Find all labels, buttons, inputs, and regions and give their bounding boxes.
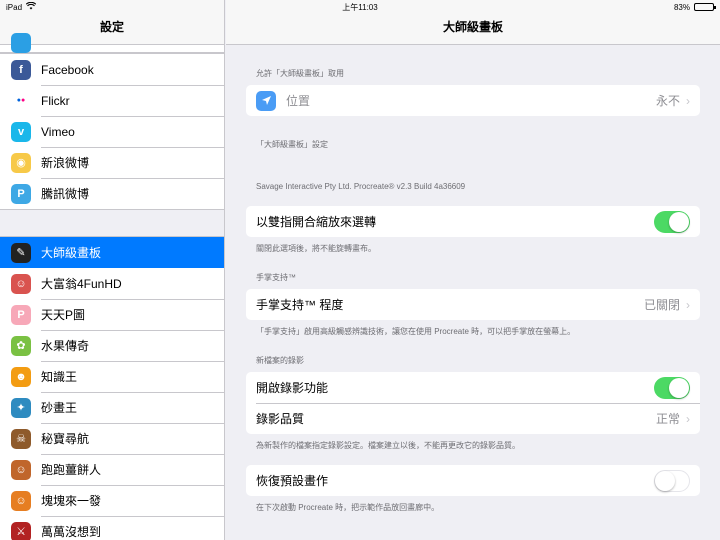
location-arrow-icon <box>256 90 276 111</box>
sidebar-item-label: 萬萬沒想到 <box>41 525 102 539</box>
wifi-icon <box>25 1 37 12</box>
sidebar-item[interactable]: ✦ 砂畫王 <box>0 392 224 423</box>
sidebar-item-label: Facebook <box>41 62 94 77</box>
sidebar-item[interactable]: f Facebook <box>0 54 224 85</box>
vimeo-icon: v <box>11 121 31 142</box>
facebook-icon: f <box>11 59 31 80</box>
page-title: 大師級畫板 <box>442 20 503 34</box>
procreate-icon: ✎ <box>11 242 31 263</box>
sidebar-item-label: 水果傳奇 <box>41 339 90 353</box>
restore-label: 恢復預設畫作 <box>256 474 329 488</box>
version-text: Savage Interactive Pty Ltd. Procreate® v… <box>256 182 466 191</box>
palm-support-row[interactable]: 手掌支持™ 程度 已關閉 › <box>246 289 700 320</box>
sidebar-item-label: 大師級畫板 <box>41 246 102 260</box>
pinch-rotate-label: 以雙指開合縮放來選轉 <box>256 215 377 229</box>
sidebar-item[interactable]: P 天天P圖 <box>0 299 224 330</box>
social-accounts-group: f Facebook ● ● Flickr v Vimeo ◉ 新浪微博 P 騰訊微博 <box>0 53 224 210</box>
location-label: 位置 <box>286 94 311 108</box>
location-group: 位置 永不 › <box>246 85 700 116</box>
toggle-knob <box>655 470 675 491</box>
chevron-right-icon: › <box>686 93 690 108</box>
restore-group: 恢復預設畫作 <box>246 465 700 496</box>
status-time: 上午11:03 <box>342 3 378 12</box>
sidebar-item[interactable]: v Vimeo <box>0 116 224 147</box>
toggle-knob <box>669 211 689 232</box>
flickr-icon: ● ● <box>11 90 31 111</box>
fruit-legend-icon: ✿ <box>11 335 31 356</box>
twitter-icon <box>11 33 31 53</box>
wanwan-icon: ⚔ <box>11 521 31 540</box>
battery-icon <box>694 3 716 11</box>
palm-support-header: 手掌支持™ <box>256 273 296 282</box>
sidebar-item[interactable]: ⚔ 萬萬沒想到 <box>0 516 224 540</box>
sidebar-item[interactable]: ☠ 秘寶尋航 <box>0 423 224 454</box>
sina-weibo-icon: ◉ <box>11 152 31 173</box>
sidebar-item-label: 新浪微博 <box>41 156 90 170</box>
sidebar-item-label: 砂畫王 <box>41 401 78 415</box>
toggle-knob <box>669 377 689 398</box>
palm-footer: 「手掌支持」啟用高級觸感辨識技術，讓您在使用 Procreate 時，可以把手掌… <box>256 327 576 336</box>
restore-toggle[interactable] <box>654 469 690 492</box>
knowledge-king-icon: ☻ <box>11 366 31 387</box>
recording-quality-label: 錄影品質 <box>256 412 305 426</box>
recording-group: 開啟錄影功能 錄影品質 正常 › <box>246 372 700 434</box>
sidebar-item-label: 秘寶尋航 <box>41 432 90 446</box>
chevron-right-icon: › <box>686 297 690 312</box>
sidebar-item-label: Vimeo <box>41 124 75 139</box>
pinch-footer: 關閉此選項後，將不能旋轉畫布。 <box>256 244 376 253</box>
tiantian-ptu-icon: P <box>11 304 31 325</box>
status-bar: iPad 上午11:03 83% <box>0 0 720 14</box>
sidebar-item[interactable]: ● ● Flickr <box>0 85 224 116</box>
tencent-weibo-icon: P <box>11 183 31 204</box>
sidebar-item-label: 知識王 <box>41 370 78 384</box>
recording-label: 開啟錄影功能 <box>256 381 329 395</box>
sidebar-item[interactable]: ☻ 知識王 <box>0 361 224 392</box>
sidebar-item[interactable]: ☺ 跑跑薑餅人 <box>0 454 224 485</box>
recording-quality-value: 正常 <box>655 412 680 426</box>
sidebar-item-label: 大富翁4FunHD <box>41 277 122 291</box>
device-label: iPad <box>6 2 23 12</box>
sidebar-item[interactable]: ☺ 塊塊來一發 <box>0 485 224 516</box>
sidebar-item-label: 塊塊來一發 <box>41 494 102 508</box>
sidebar-item[interactable]: ☺ 大富翁4FunHD <box>0 268 224 299</box>
recording-header: 新檔案的錄影 <box>256 356 304 365</box>
sand-painting-icon: ✦ <box>11 397 31 418</box>
partial-list-item[interactable] <box>0 33 224 53</box>
recording-quality-row[interactable]: 錄影品質 正常 › <box>246 403 700 434</box>
recording-row: 開啟錄影功能 <box>246 372 700 403</box>
sidebar-item[interactable]: P 騰訊微博 <box>0 178 224 209</box>
restore-row: 恢復預設畫作 <box>246 465 700 496</box>
monopoly-icon: ☺ <box>11 273 31 294</box>
pinch-rotate-row: 以雙指開合縮放來選轉 <box>246 206 700 237</box>
location-value: 永不 <box>655 94 680 108</box>
sidebar-item[interactable]: ◉ 新浪微博 <box>0 147 224 178</box>
sidebar-item[interactable]: ✿ 水果傳奇 <box>0 330 224 361</box>
recording-toggle[interactable] <box>654 376 690 399</box>
app-settings-header: 「大師級畫板」設定 <box>256 140 328 149</box>
sidebar-item-label: Flickr <box>41 93 70 108</box>
pinch-rotate-toggle[interactable] <box>654 210 690 233</box>
apps-group: ✎ 大師級畫板 ☺ 大富翁4FunHD P 天天P圖 ✿ 水果傳奇 ☻ 知識王 ✦ 砂畫王 ☠ 秘寶尋航 ☺… <box>0 236 224 540</box>
settings-sidebar: 設定 f Facebook ● ● Flickr v Vimeo ◉ 新浪微博 P 騰訊微博 ✎ 大師… <box>0 0 225 540</box>
palm-support-value: 已關閉 <box>643 298 680 312</box>
detail-pane: 大師級畫板 允許「大師級畫板」取用 位置 永不 › 「大師級畫板」設定 Sava… <box>226 0 720 540</box>
palm-group: 手掌支持™ 程度 已關閉 › <box>246 289 700 320</box>
chevron-right-icon: › <box>686 411 690 426</box>
recording-footer: 為新製作的檔案指定錄影設定。檔案建立以後，不能再更改它的錄影品質。 <box>256 441 520 450</box>
palm-support-label: 手掌支持™ 程度 <box>256 298 344 312</box>
battery-percent: 83% <box>673 2 690 12</box>
sidebar-item-label: 騰訊微博 <box>41 187 90 201</box>
treasure-voyage-icon: ☠ <box>11 428 31 449</box>
pinch-group: 以雙指開合縮放來選轉 <box>246 206 700 237</box>
sidebar-item[interactable]: ✎ 大師級畫板 <box>0 237 224 268</box>
blocks-game-icon: ☺ <box>11 490 31 511</box>
sidebar-item-label: 跑跑薑餅人 <box>41 463 102 477</box>
restore-footer: 在下次啟動 Procreate 時，把示範作品放回畫廊中。 <box>256 503 440 512</box>
location-row[interactable]: 位置 永不 › <box>246 85 700 116</box>
cookie-run-icon: ☺ <box>11 459 31 480</box>
allow-access-header: 允許「大師級畫板」取用 <box>256 69 344 78</box>
sidebar-title: 設定 <box>99 20 124 34</box>
sidebar-item-label: 天天P圖 <box>41 308 86 322</box>
